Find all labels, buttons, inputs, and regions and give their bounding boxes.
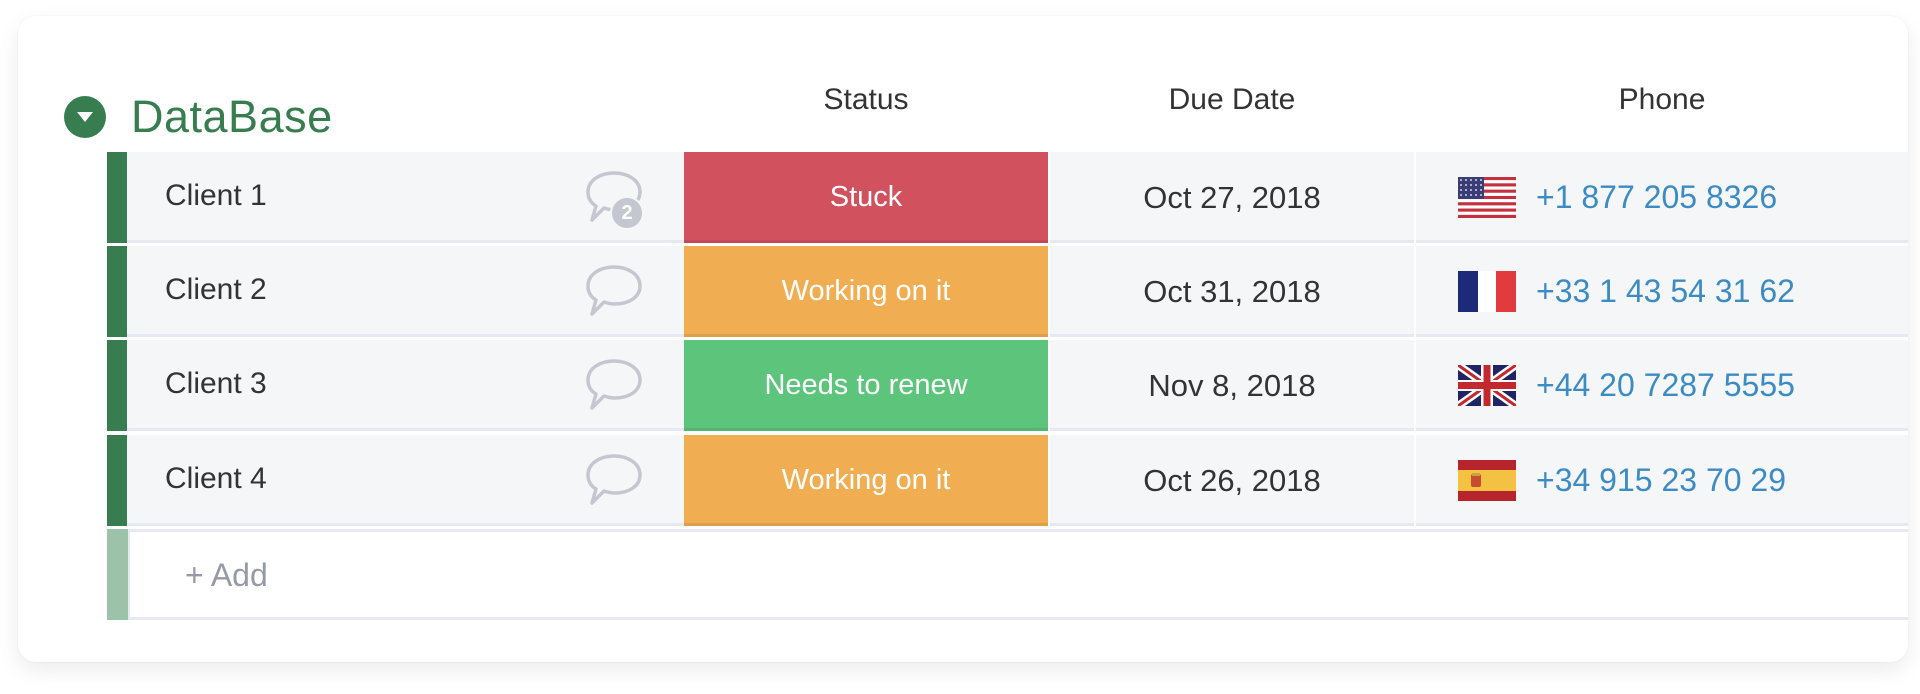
row-color-bar [107, 435, 127, 526]
add-item-row: + Add [107, 529, 1908, 620]
due-date-cell[interactable]: Nov 8, 2018 [1050, 340, 1414, 431]
item-name-cell[interactable]: Client 3 [127, 340, 684, 431]
comment-button[interactable] [582, 262, 646, 322]
fr-flag-icon [1458, 271, 1516, 312]
status-cell[interactable]: Working on it [684, 435, 1048, 526]
add-item-input[interactable]: + Add [128, 529, 1908, 620]
comment-button[interactable]: 2 [582, 168, 646, 230]
row-color-bar [107, 246, 127, 337]
item-name[interactable]: Client 1 [165, 152, 267, 240]
column-header-phone[interactable]: Phone [1416, 80, 1908, 120]
phone-link[interactable]: +44 20 7287 5555 [1536, 340, 1795, 430]
item-name[interactable]: Client 3 [165, 340, 267, 428]
speech-bubble-icon [586, 265, 642, 316]
phone-link[interactable]: +34 915 23 70 29 [1536, 435, 1786, 525]
add-item-placeholder[interactable]: + Add [185, 532, 268, 618]
group-title[interactable]: DataBase [131, 91, 333, 143]
add-row-color-bar [107, 529, 128, 620]
table-row: Client 2 Working on it Oct 31, 2018 +33 … [107, 246, 1908, 337]
item-name[interactable]: Client 4 [165, 435, 267, 523]
item-name[interactable]: Client 2 [165, 246, 267, 334]
comment-button[interactable] [582, 451, 646, 511]
column-header-status[interactable]: Status [684, 80, 1048, 120]
item-name-cell[interactable]: Client 1 2 [127, 152, 684, 243]
group-header: DataBase [64, 91, 333, 143]
phone-link[interactable]: +33 1 43 54 31 62 [1536, 246, 1795, 336]
table-row: Client 3 Needs to renew Nov 8, 2018 +44 … [107, 340, 1908, 431]
us-flag-icon [1458, 177, 1516, 218]
speech-bubble-icon [586, 359, 642, 410]
phone-cell[interactable]: +33 1 43 54 31 62 [1416, 246, 1908, 337]
phone-cell[interactable]: +34 915 23 70 29 [1416, 435, 1908, 526]
comment-count-badge: 2 [610, 196, 644, 230]
uk-flag-icon [1458, 365, 1516, 406]
row-color-bar [107, 340, 127, 431]
table-row: Client 1 2 Stuck Oct 27, 2018 +1 877 205… [107, 152, 1908, 243]
status-cell[interactable]: Stuck [684, 152, 1048, 243]
phone-link[interactable]: +1 877 205 8326 [1536, 152, 1777, 242]
comment-button[interactable] [582, 356, 646, 416]
item-name-cell[interactable]: Client 2 [127, 246, 684, 337]
phone-cell[interactable]: +44 20 7287 5555 [1416, 340, 1908, 431]
es-flag-icon [1458, 460, 1516, 501]
collapse-group-button[interactable] [64, 96, 106, 138]
table-row: Client 4 Working on it Oct 26, 2018 +34 … [107, 435, 1908, 526]
due-date-cell[interactable]: Oct 26, 2018 [1050, 435, 1414, 526]
phone-cell[interactable]: +1 877 205 8326 [1416, 152, 1908, 243]
column-header-due-date[interactable]: Due Date [1050, 80, 1414, 120]
status-cell[interactable]: Working on it [684, 246, 1048, 337]
row-color-bar [107, 152, 127, 243]
chevron-down-icon [77, 112, 93, 122]
status-cell[interactable]: Needs to renew [684, 340, 1048, 431]
speech-bubble-icon [586, 454, 642, 505]
item-name-cell[interactable]: Client 4 [127, 435, 684, 526]
due-date-cell[interactable]: Oct 27, 2018 [1050, 152, 1414, 243]
due-date-cell[interactable]: Oct 31, 2018 [1050, 246, 1414, 337]
